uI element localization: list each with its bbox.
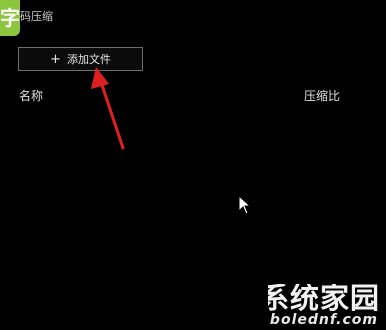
add-file-label: 添加文件 — [66, 53, 111, 66]
window-title: 码压缩 — [20, 10, 53, 23]
plus-icon: + — [50, 51, 61, 67]
mouse-cursor-icon — [238, 195, 252, 215]
app-icon-glyph: 字 — [0, 6, 20, 30]
watermark-title: 系统家园 — [268, 284, 380, 315]
column-header-name[interactable]: 名称 — [19, 87, 43, 104]
watermark-url: www.bolednf.com — [268, 312, 378, 328]
watermark: 系统家园 www.bolednf.com — [268, 284, 386, 330]
app-icon: 字 — [0, 0, 20, 36]
column-header-compression-ratio[interactable]: 压缩比 — [304, 87, 340, 104]
add-file-button[interactable]: + 添加文件 — [18, 47, 143, 71]
